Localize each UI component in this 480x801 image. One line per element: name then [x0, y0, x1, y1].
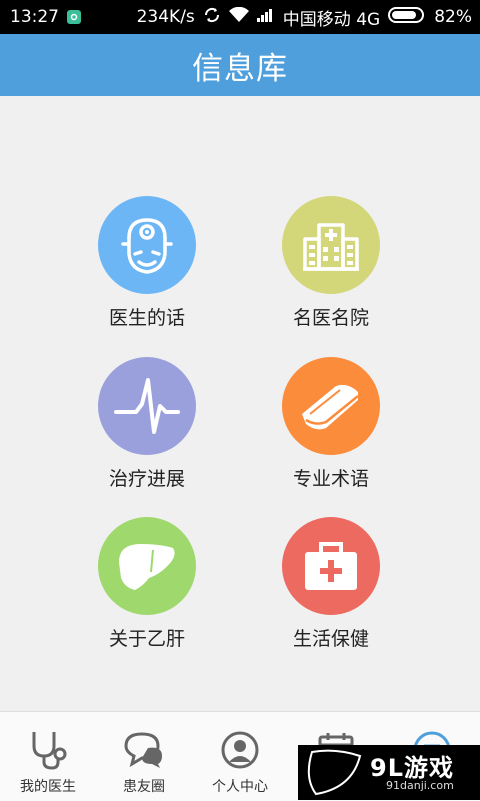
grid-item-icon-bg: [282, 196, 380, 294]
liver-icon: [119, 544, 175, 590]
sync-icon: [203, 6, 221, 29]
first-aid-kit-icon: [305, 542, 357, 590]
chat-bubbles-icon: [96, 728, 192, 772]
grid-item-label: 关于乙肝: [108, 628, 185, 650]
tab-label: 患友圈: [123, 779, 165, 795]
tab-my-doctor[interactable]: 我的医生: [0, 712, 96, 801]
grid-item-label: 医生的话: [108, 307, 185, 329]
wifi-icon: [228, 6, 249, 28]
grid-item-treatment-progress[interactable]: 治疗进展: [57, 357, 237, 491]
watermark-logo: 9L游戏: [370, 754, 454, 782]
grid-item-label: 生活保健: [292, 628, 369, 650]
signal-icon: [256, 7, 275, 27]
shield-icon: [67, 10, 81, 24]
tab-label: 我的医生: [20, 779, 76, 795]
battery-level: 82%: [434, 7, 472, 27]
grid-item-health-care[interactable]: 生活保健: [241, 517, 421, 651]
watermark: 9L游戏 91danji.com: [298, 745, 480, 800]
grid-item-famous-hospitals[interactable]: 名医名院: [241, 196, 421, 330]
title-bar: 信息库: [0, 34, 480, 96]
user-icon: [192, 728, 288, 772]
battery-icon: [388, 6, 426, 28]
grid-item-icon-bg: [282, 517, 380, 615]
hospital-icon: [303, 223, 359, 271]
tab-label: 个人中心: [212, 779, 268, 795]
grid-item-label: 专业术语: [292, 468, 369, 490]
grid-item-about-hepatitis-b[interactable]: 关于乙肝: [57, 517, 237, 651]
grid-item-doctor-words[interactable]: 医生的话: [57, 196, 237, 330]
status-time: 13:27: [10, 7, 59, 27]
watermark-emblem: [307, 749, 362, 796]
page-title: 信息库: [192, 50, 288, 87]
watermark-url: 91danji.com: [386, 779, 454, 792]
stethoscope-icon: [0, 728, 96, 772]
grid-item-label: 治疗进展: [108, 468, 185, 490]
heartbeat-icon: [114, 378, 180, 434]
network-speed: 234K/s: [136, 7, 195, 27]
book-icon: [302, 384, 359, 430]
grid-item-icon-bg: [282, 357, 380, 455]
grid-item-label: 名医名院: [292, 307, 369, 329]
grid-item-icon-bg: [98, 517, 196, 615]
grid-item-terminology[interactable]: 专业术语: [241, 357, 421, 491]
tab-patient-circle[interactable]: 患友圈: [96, 712, 192, 801]
grid-item-icon-bg: [98, 196, 196, 294]
tab-personal-center[interactable]: 个人中心: [192, 712, 288, 801]
carrier-label: 中国移动 4G: [282, 9, 381, 30]
doctor-icon: [121, 218, 173, 274]
grid-item-icon-bg: [98, 357, 196, 455]
status-bar: 13:27 234K/s 中国移动 4G 82%: [0, 0, 480, 34]
